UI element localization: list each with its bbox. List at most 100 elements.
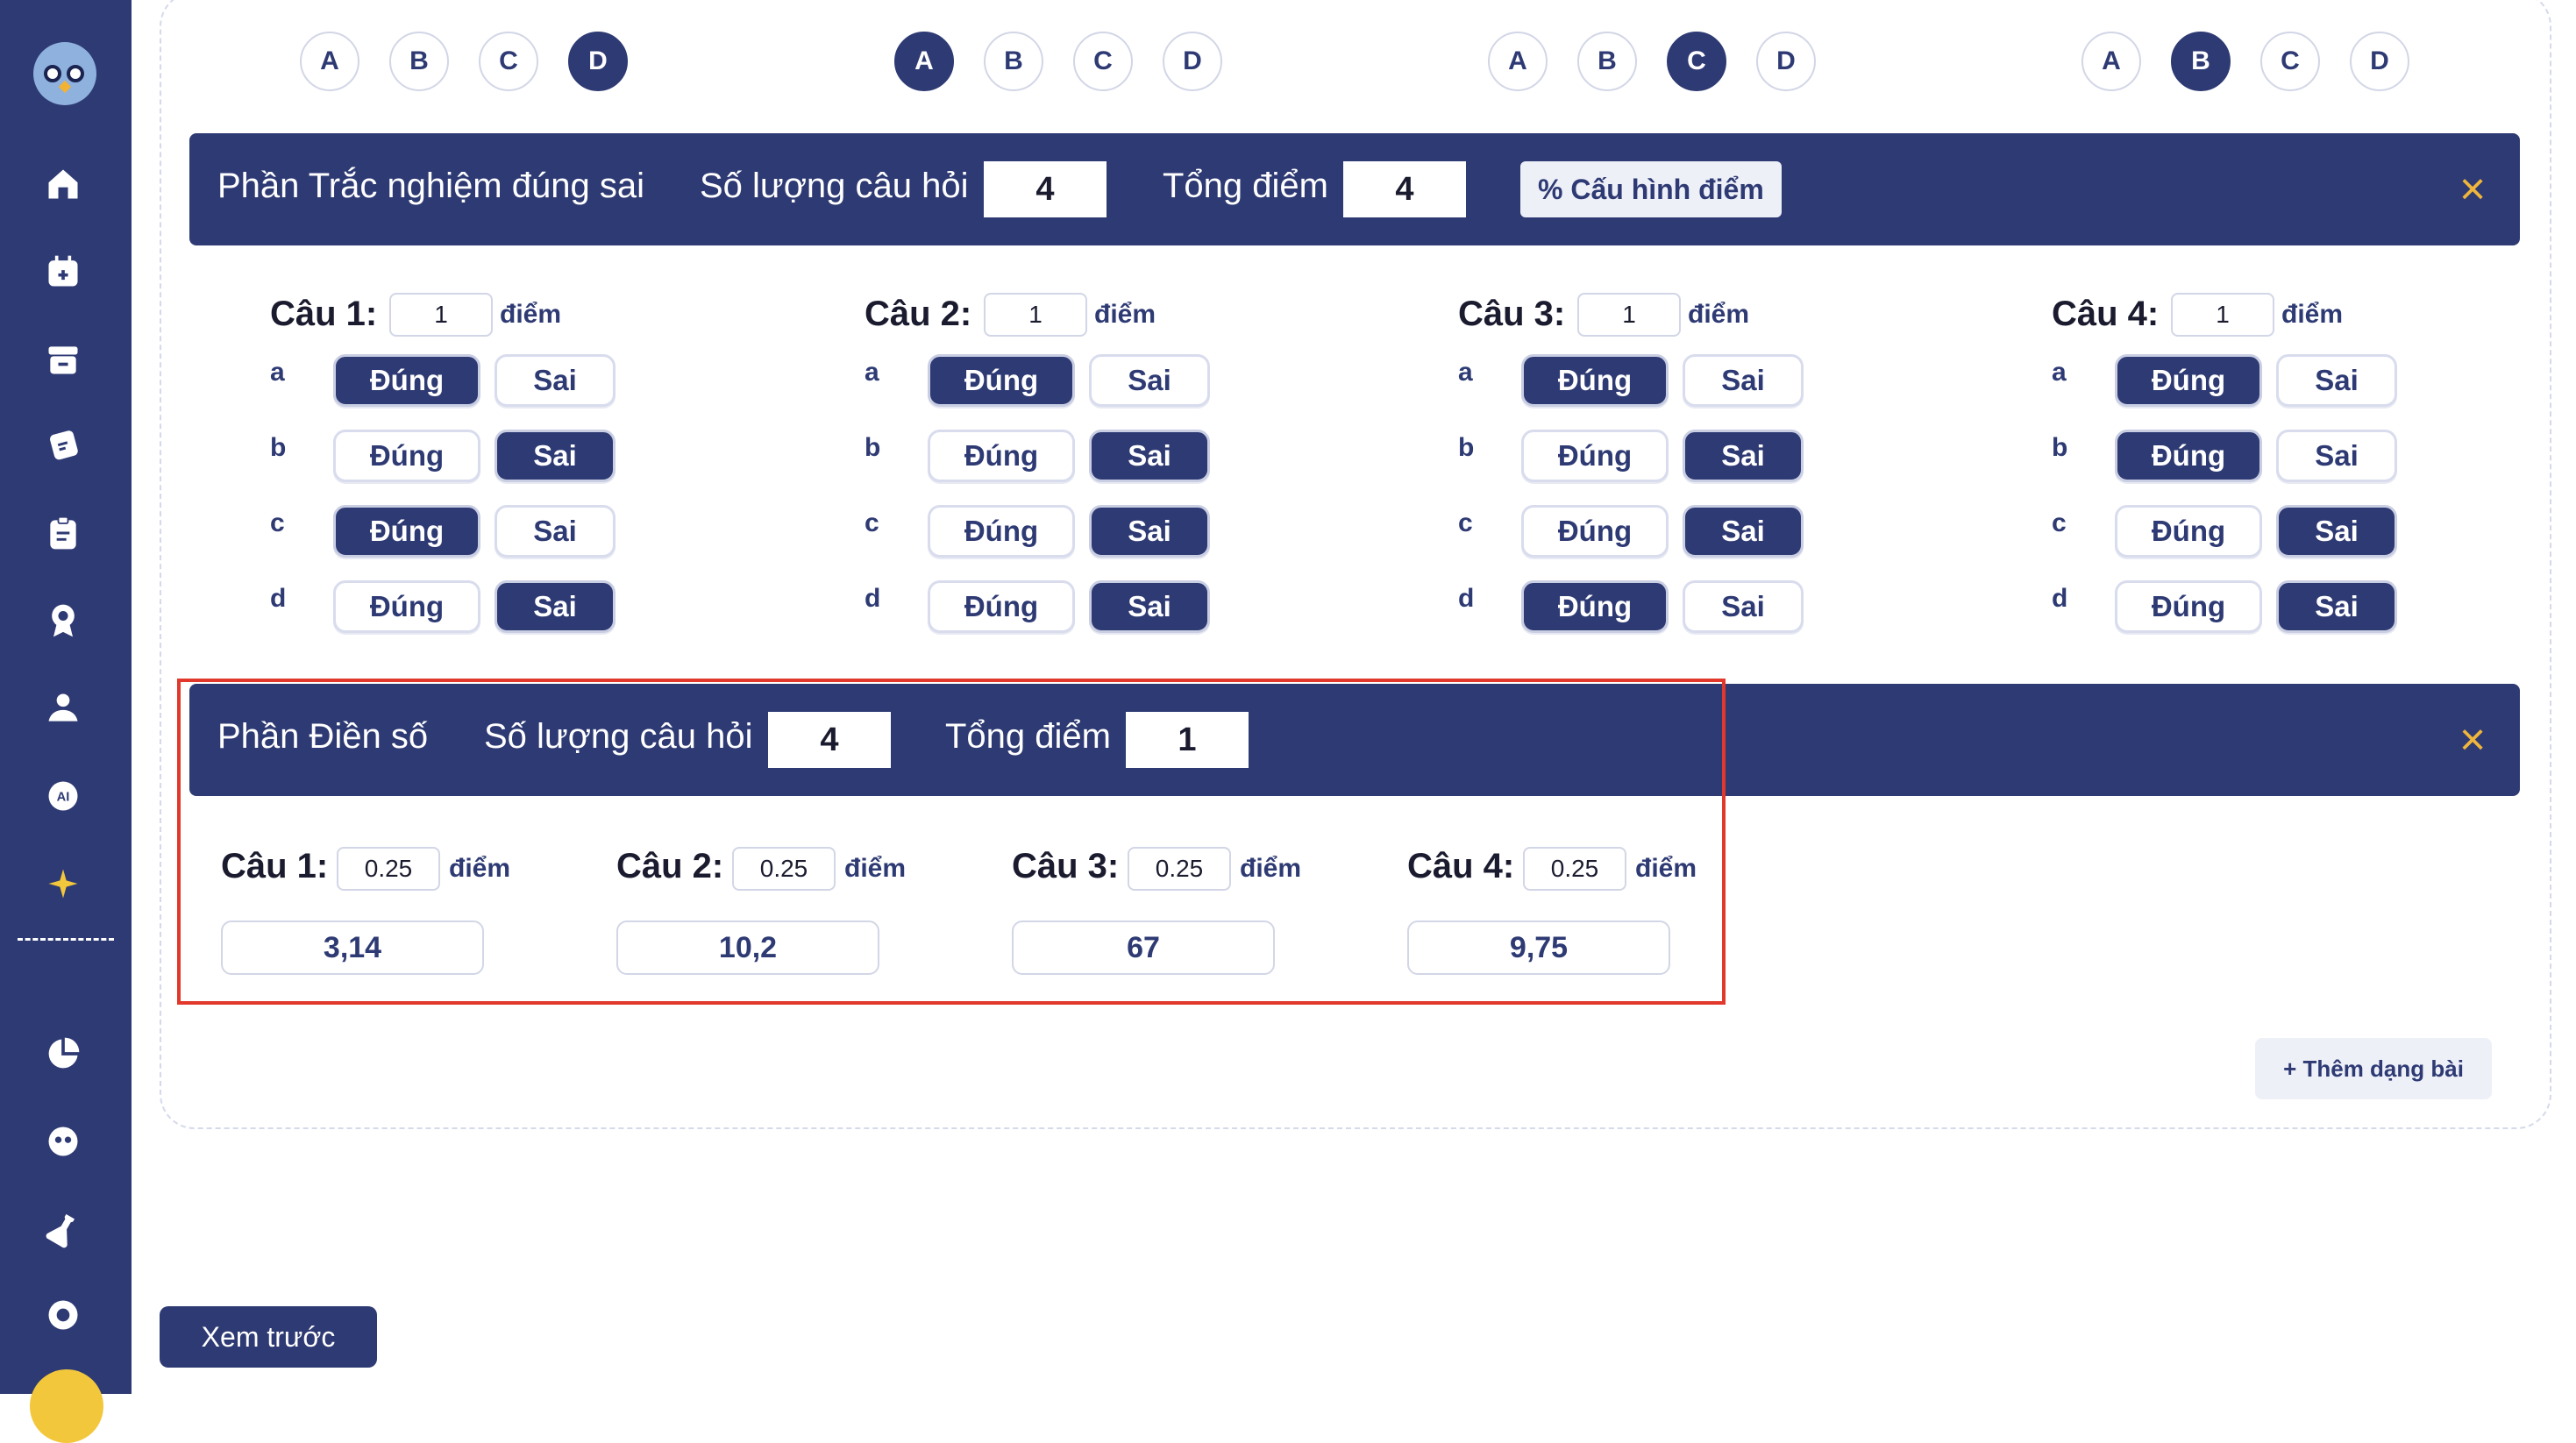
archive-icon[interactable]: [42, 338, 84, 380]
option-letter: b: [865, 433, 881, 462]
option-letter: d: [1458, 584, 1475, 613]
false-button[interactable]: Sai: [2276, 354, 2397, 407]
false-button[interactable]: Sai: [495, 580, 616, 633]
mcq-option-b[interactable]: B: [389, 32, 449, 91]
flask-icon[interactable]: [42, 1208, 84, 1250]
option-letter: d: [270, 584, 287, 613]
true-button[interactable]: Đúng: [1521, 430, 1669, 482]
true-button[interactable]: Đúng: [2115, 430, 2262, 482]
false-button[interactable]: Sai: [495, 354, 616, 407]
tf-answer-row: a Đúng Sai: [865, 354, 1250, 407]
owl-logo-icon[interactable]: [33, 42, 96, 105]
mcq-option-b[interactable]: B: [1577, 32, 1637, 91]
true-button[interactable]: Đúng: [2115, 354, 2262, 407]
tf-answer-row: a Đúng Sai: [270, 354, 656, 407]
option-letter: b: [270, 433, 287, 462]
true-button[interactable]: Đúng: [333, 505, 480, 558]
tf-count-input[interactable]: 4: [984, 161, 1107, 217]
tf-count-label: Số lượng câu hỏi: [700, 167, 969, 205]
add-section-button[interactable]: + Thêm dạng bài: [2255, 1038, 2492, 1099]
mcq-option-d[interactable]: D: [2350, 32, 2409, 91]
users-icon[interactable]: [42, 687, 84, 729]
award-icon[interactable]: [42, 600, 84, 642]
false-button[interactable]: Sai: [495, 505, 616, 558]
false-button[interactable]: Sai: [1089, 354, 1210, 407]
false-button[interactable]: Sai: [495, 430, 616, 482]
option-letter: d: [865, 584, 881, 613]
sidebar: AI: [0, 0, 132, 1443]
clipboard-icon[interactable]: [42, 512, 84, 554]
close-icon[interactable]: ×: [2448, 165, 2497, 214]
owl-face-icon[interactable]: [42, 1120, 84, 1162]
mcq-option-a[interactable]: A: [894, 32, 954, 91]
mcq-option-d[interactable]: D: [1756, 32, 1816, 91]
false-button[interactable]: Sai: [1683, 505, 1804, 558]
score-input[interactable]: 1: [1577, 293, 1681, 337]
preview-button[interactable]: Xem trước: [160, 1306, 377, 1368]
false-button[interactable]: Sai: [1089, 580, 1210, 633]
mcq-option-d[interactable]: D: [568, 32, 628, 91]
mcq-option-b[interactable]: B: [984, 32, 1043, 91]
mcq-option-c[interactable]: C: [2260, 32, 2320, 91]
option-letter: a: [270, 358, 285, 387]
score-unit: điểm: [1688, 300, 1750, 329]
pie-chart-icon[interactable]: [42, 1033, 84, 1075]
tf-total-label: Tổng điểm: [1163, 167, 1328, 205]
mcq-option-c[interactable]: C: [479, 32, 538, 91]
sidebar-divider: [18, 938, 114, 941]
tf-total-input[interactable]: 4: [1343, 161, 1466, 217]
true-button[interactable]: Đúng: [928, 354, 1075, 407]
true-button[interactable]: Đúng: [928, 505, 1075, 558]
tf-answer-row: d Đúng Sai: [865, 580, 1250, 633]
config-score-button[interactable]: % Cấu hình điểm: [1520, 161, 1782, 217]
mcq-option-a[interactable]: A: [300, 32, 359, 91]
option-letter: a: [1458, 358, 1473, 387]
svg-text:AI: AI: [57, 791, 70, 805]
true-button[interactable]: Đúng: [928, 580, 1075, 633]
tf-answer-row: b Đúng Sai: [1458, 430, 1844, 482]
true-button[interactable]: Đúng: [1521, 505, 1669, 558]
ai-chat-icon[interactable]: AI: [42, 775, 84, 817]
exam-paper-icon[interactable]: [42, 424, 84, 466]
sparkle-icon[interactable]: [42, 863, 84, 905]
option-letter: c: [1458, 508, 1473, 537]
true-button[interactable]: Đúng: [333, 580, 480, 633]
true-button[interactable]: Đúng: [2115, 505, 2262, 558]
tf-answer-row: a Đúng Sai: [2052, 354, 2437, 407]
tf-answer-row: c Đúng Sai: [270, 505, 656, 558]
mcq-option-a[interactable]: A: [1488, 32, 1548, 91]
tf-answer-row: d Đúng Sai: [270, 580, 656, 633]
false-button[interactable]: Sai: [1089, 505, 1210, 558]
true-button[interactable]: Đúng: [928, 430, 1075, 482]
true-button[interactable]: Đúng: [2115, 580, 2262, 633]
score-input[interactable]: 1: [389, 293, 493, 337]
false-button[interactable]: Sai: [1683, 430, 1804, 482]
tf-answer-row: a Đúng Sai: [1458, 354, 1844, 407]
false-button[interactable]: Sai: [1683, 354, 1804, 407]
true-button[interactable]: Đúng: [1521, 580, 1669, 633]
false-button[interactable]: Sai: [2276, 505, 2397, 558]
mcq-option-a[interactable]: A: [2081, 32, 2141, 91]
false-button[interactable]: Sai: [1089, 430, 1210, 482]
mcq-option-c[interactable]: C: [1073, 32, 1133, 91]
option-letter: b: [1458, 433, 1475, 462]
mcq-option-b[interactable]: B: [2171, 32, 2231, 91]
tf-section-title: Phần Trắc nghiệm đúng sai: [217, 167, 644, 205]
true-button[interactable]: Đúng: [333, 354, 480, 407]
score-input[interactable]: 1: [984, 293, 1087, 337]
false-button[interactable]: Sai: [2276, 580, 2397, 633]
highlight-box: [177, 679, 1726, 1005]
close-icon[interactable]: ×: [2448, 715, 2497, 764]
true-button[interactable]: Đúng: [333, 430, 480, 482]
mcq-option-c[interactable]: C: [1667, 32, 1726, 91]
score-input[interactable]: 1: [2171, 293, 2274, 337]
tf-answer-row: d Đúng Sai: [2052, 580, 2437, 633]
false-button[interactable]: Sai: [2276, 430, 2397, 482]
mcq-option-d[interactable]: D: [1163, 32, 1222, 91]
avatar[interactable]: [30, 1369, 103, 1443]
calendar-add-icon[interactable]: [42, 251, 84, 293]
false-button[interactable]: Sai: [1683, 580, 1804, 633]
home-icon[interactable]: [42, 163, 84, 205]
lifebuoy-icon[interactable]: [42, 1294, 84, 1336]
true-button[interactable]: Đúng: [1521, 354, 1669, 407]
